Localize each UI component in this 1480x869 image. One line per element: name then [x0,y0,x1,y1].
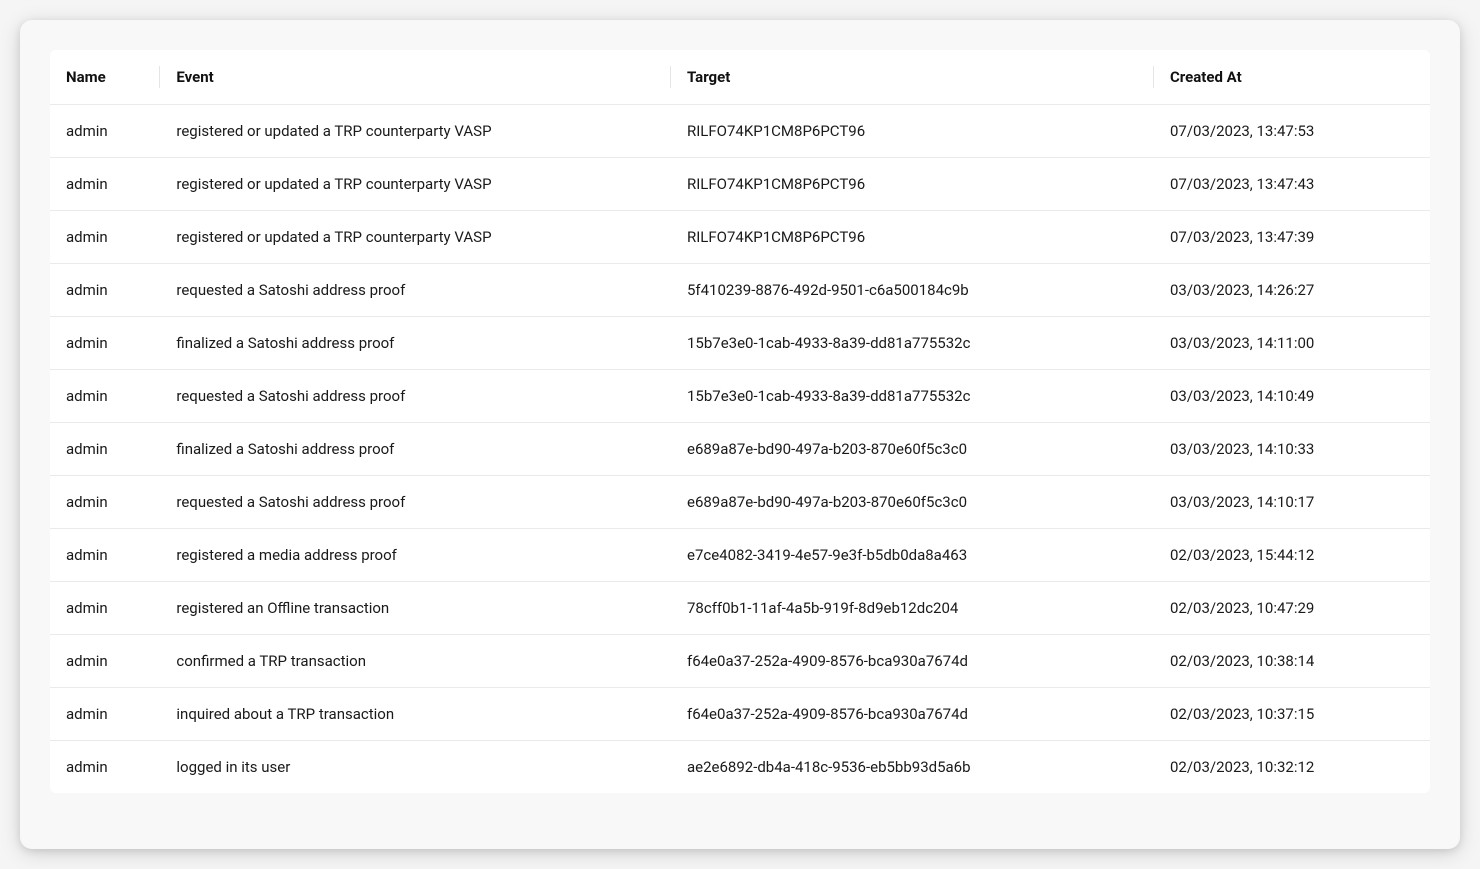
cell-created-at: 02/03/2023, 10:47:29 [1154,582,1430,635]
table-row[interactable]: adminregistered a media address proofe7c… [50,529,1430,582]
cell-target: e689a87e-bd90-497a-b203-870e60f5c3c0 [671,476,1154,529]
table-row[interactable]: adminregistered or updated a TRP counter… [50,158,1430,211]
cell-target: RILFO74KP1CM8P6PCT96 [671,105,1154,158]
table-row[interactable]: adminrequested a Satoshi address proof5f… [50,264,1430,317]
cell-name: admin [50,211,160,264]
table-row[interactable]: adminregistered or updated a TRP counter… [50,211,1430,264]
cell-target: RILFO74KP1CM8P6PCT96 [671,158,1154,211]
cell-event: finalized a Satoshi address proof [160,317,671,370]
cell-event: confirmed a TRP transaction [160,635,671,688]
cell-target: f64e0a37-252a-4909-8576-bca930a7674d [671,635,1154,688]
cell-created-at: 03/03/2023, 14:10:49 [1154,370,1430,423]
cell-event: inquired about a TRP transaction [160,688,671,741]
table-row[interactable]: adminregistered or updated a TRP counter… [50,105,1430,158]
cell-target: e7ce4082-3419-4e57-9e3f-b5db0da8a463 [671,529,1154,582]
cell-target: e689a87e-bd90-497a-b203-870e60f5c3c0 [671,423,1154,476]
header-event[interactable]: Event [160,50,671,105]
cell-name: admin [50,370,160,423]
table-body: adminregistered or updated a TRP counter… [50,105,1430,794]
table-row[interactable]: adminregistered an Offline transaction78… [50,582,1430,635]
cell-created-at: 07/03/2023, 13:47:39 [1154,211,1430,264]
cell-target: 15b7e3e0-1cab-4933-8a39-dd81a775532c [671,317,1154,370]
cell-name: admin [50,529,160,582]
table-row[interactable]: admininquired about a TRP transactionf64… [50,688,1430,741]
cell-created-at: 03/03/2023, 14:26:27 [1154,264,1430,317]
activity-log-card: Name Event Target Created At adminregist… [20,20,1460,849]
table-row[interactable]: adminfinalized a Satoshi address proof15… [50,317,1430,370]
cell-event: registered or updated a TRP counterparty… [160,211,671,264]
cell-name: admin [50,105,160,158]
table-row[interactable]: adminfinalized a Satoshi address proofe6… [50,423,1430,476]
table-row[interactable]: adminlogged in its userae2e6892-db4a-418… [50,741,1430,794]
cell-created-at: 02/03/2023, 10:37:15 [1154,688,1430,741]
cell-created-at: 02/03/2023, 10:38:14 [1154,635,1430,688]
cell-event: registered or updated a TRP counterparty… [160,158,671,211]
table-row[interactable]: adminrequested a Satoshi address proof15… [50,370,1430,423]
cell-target: 15b7e3e0-1cab-4933-8a39-dd81a775532c [671,370,1154,423]
cell-name: admin [50,317,160,370]
table-row[interactable]: adminrequested a Satoshi address proofe6… [50,476,1430,529]
table-header-row: Name Event Target Created At [50,50,1430,105]
cell-name: admin [50,264,160,317]
header-created-at[interactable]: Created At [1154,50,1430,105]
cell-event: requested a Satoshi address proof [160,476,671,529]
cell-event: finalized a Satoshi address proof [160,423,671,476]
header-name[interactable]: Name [50,50,160,105]
cell-event: requested a Satoshi address proof [160,370,671,423]
cell-event: logged in its user [160,741,671,794]
cell-target: 5f410239-8876-492d-9501-c6a500184c9b [671,264,1154,317]
cell-created-at: 07/03/2023, 13:47:43 [1154,158,1430,211]
cell-event: registered an Offline transaction [160,582,671,635]
cell-name: admin [50,688,160,741]
cell-name: admin [50,741,160,794]
cell-event: registered a media address proof [160,529,671,582]
cell-event: requested a Satoshi address proof [160,264,671,317]
cell-name: admin [50,423,160,476]
cell-created-at: 02/03/2023, 15:44:12 [1154,529,1430,582]
cell-name: admin [50,635,160,688]
cell-created-at: 03/03/2023, 14:10:17 [1154,476,1430,529]
cell-target: ae2e6892-db4a-418c-9536-eb5bb93d5a6b [671,741,1154,794]
header-target[interactable]: Target [671,50,1154,105]
cell-name: admin [50,582,160,635]
cell-target: f64e0a37-252a-4909-8576-bca930a7674d [671,688,1154,741]
cell-name: admin [50,476,160,529]
table-row[interactable]: adminconfirmed a TRP transactionf64e0a37… [50,635,1430,688]
cell-target: RILFO74KP1CM8P6PCT96 [671,211,1154,264]
activity-log-table: Name Event Target Created At adminregist… [50,50,1430,793]
cell-target: 78cff0b1-11af-4a5b-919f-8d9eb12dc204 [671,582,1154,635]
cell-created-at: 02/03/2023, 10:32:12 [1154,741,1430,794]
cell-created-at: 07/03/2023, 13:47:53 [1154,105,1430,158]
cell-created-at: 03/03/2023, 14:11:00 [1154,317,1430,370]
cell-name: admin [50,158,160,211]
cell-event: registered or updated a TRP counterparty… [160,105,671,158]
cell-created-at: 03/03/2023, 14:10:33 [1154,423,1430,476]
